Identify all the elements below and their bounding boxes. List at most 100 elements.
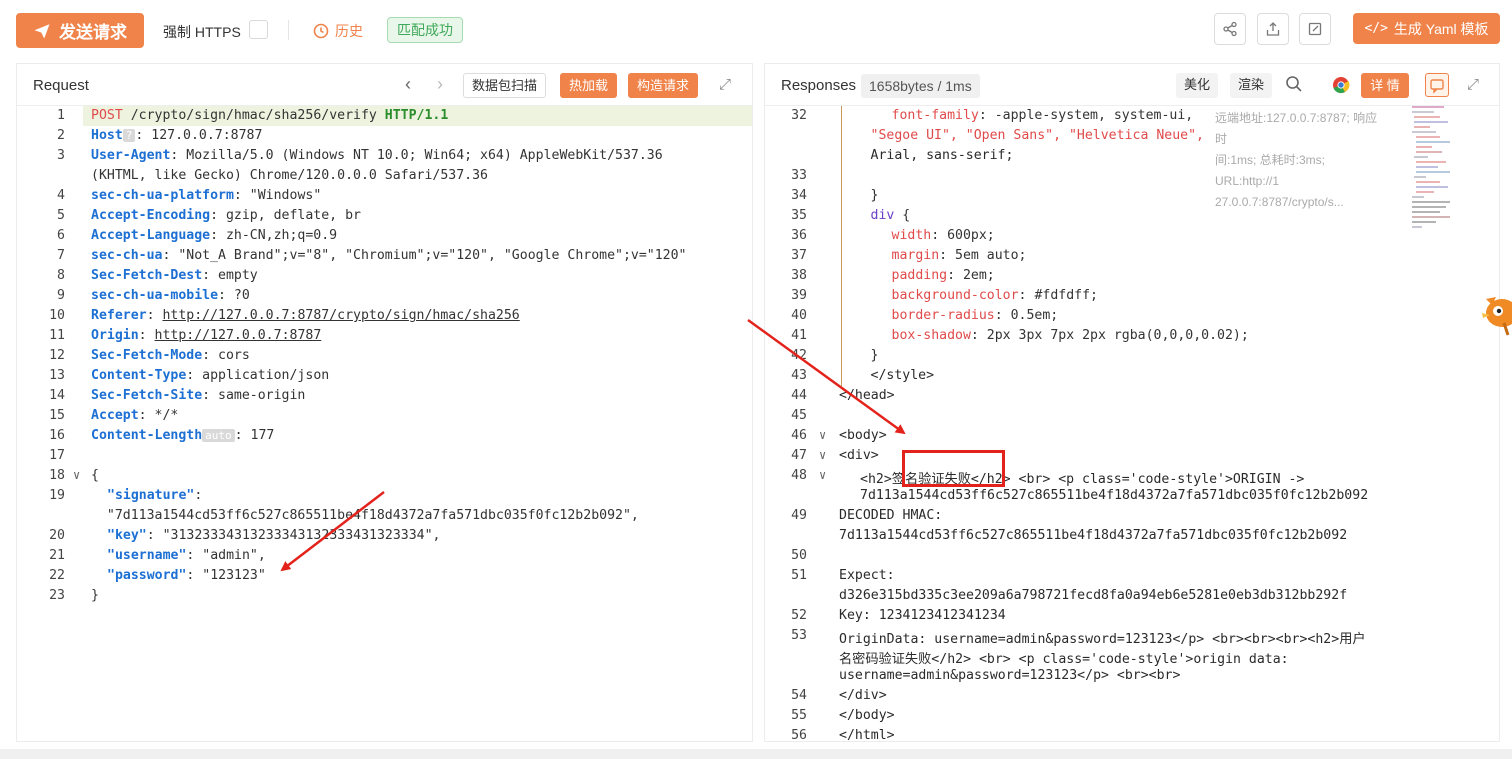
http-version: HTTP/1.1 xyxy=(384,108,449,123)
line-number: 48 xyxy=(791,468,807,483)
fold-toggle-icon[interactable]: ∨ xyxy=(819,448,826,462)
line-number: 36 xyxy=(791,228,807,243)
json-value: : "admin", xyxy=(186,548,266,563)
line-number: 39 xyxy=(791,288,807,303)
chevron-left-icon[interactable]: ‹ xyxy=(405,74,411,95)
css-value: -apple-system, system-ui, xyxy=(994,108,1194,123)
code-line: </style> xyxy=(871,368,935,383)
header-value: : application/json xyxy=(186,368,330,383)
expand-icon[interactable]: ⤢ xyxy=(1467,76,1479,93)
code-minimap[interactable] xyxy=(1410,104,1452,234)
send-request-button[interactable]: 发送请求 xyxy=(16,13,144,48)
line-text: Key: 1234123412341234 xyxy=(839,608,1006,623)
code-line: Referer: http://127.0.0.7:8787/crypto/si… xyxy=(91,308,520,323)
edit-button[interactable] xyxy=(1299,13,1331,45)
code-line: Sec-Fetch-Dest: empty xyxy=(91,268,258,283)
header-value: : cors xyxy=(202,348,250,363)
force-https-checkbox[interactable] xyxy=(249,20,268,39)
response-editor[interactable]: 32 font-family: -apple-system, system-ui,… xyxy=(765,106,1499,743)
response-panel: Responses 1658bytes / 1ms 美化 渲染 详 情 ⤢ 32… xyxy=(764,63,1500,743)
divider xyxy=(288,20,289,40)
line-text: <div> xyxy=(839,448,879,463)
line-number: 20 xyxy=(49,528,65,543)
css-value: 600px; xyxy=(947,228,995,243)
code-line: Sec-Fetch-Site: same-origin xyxy=(91,388,305,403)
chevron-right-icon[interactable]: › xyxy=(437,74,443,95)
line-number: 12 xyxy=(49,348,65,363)
line-number: 3 xyxy=(57,148,65,163)
line-number: 4 xyxy=(57,188,65,203)
line-text: </div> xyxy=(839,688,887,703)
css-value: 2px 3px 7px 2px rgba(0,0,0,0.02); xyxy=(986,328,1249,343)
build-request-button[interactable]: 构造请求 xyxy=(628,73,699,98)
css-colon: : xyxy=(978,108,995,123)
fold-toggle-icon[interactable]: ∨ xyxy=(73,468,80,482)
css-colon: : xyxy=(970,328,987,343)
css-value: 2em; xyxy=(962,268,995,283)
line-text: (KHTML, like Gecko) Chrome/120.0.0.0 Saf… xyxy=(91,168,488,183)
code-line: OriginData: username=admin&password=1231… xyxy=(839,628,1366,647)
line-number: 38 xyxy=(791,268,807,283)
code-line: 7d113a1544cd53ff6c527c865511be4f18d4372a… xyxy=(839,528,1347,543)
code-line: 7d113a1544cd53ff6c527c865511be4f18d4372a… xyxy=(860,488,1368,503)
code-line: POST /crypto/sign/hmac/sha256/verify HTT… xyxy=(91,108,448,123)
line-text: 7d113a1544cd53ff6c527c865511be4f18d4372a… xyxy=(839,528,1348,543)
line-number: 17 xyxy=(49,448,65,463)
code-line: Origin: http://127.0.0.7:8787 xyxy=(91,328,321,343)
request-editor[interactable]: 1 POST /crypto/sign/hmac/sha256/verify HT… xyxy=(17,106,752,741)
expand-icon[interactable]: ⤢ xyxy=(719,76,731,93)
details-button[interactable]: 详 情 xyxy=(1361,73,1409,98)
line-number: 19 xyxy=(49,488,65,503)
chrome-icon[interactable] xyxy=(1332,76,1350,97)
response-size-badge: 1658bytes / 1ms xyxy=(861,74,980,98)
line-number: 7 xyxy=(57,248,65,263)
line-text: "7d113a1544cd53ff6c527c865511be4f18d4372… xyxy=(91,508,639,523)
header-name: Referer xyxy=(91,308,147,323)
json-value: : "123123" xyxy=(186,568,266,583)
header-value: : empty xyxy=(202,268,258,283)
history-button[interactable]: 历史 xyxy=(313,21,363,41)
beautify-button[interactable]: 美化 xyxy=(1176,73,1219,98)
line-number: 40 xyxy=(791,308,807,323)
line-text: } xyxy=(870,348,879,363)
fold-toggle-icon[interactable]: ∨ xyxy=(819,468,826,482)
line-text: Arial, sans-serif; xyxy=(870,148,1014,163)
header-name: Sec-Fetch-Site xyxy=(91,388,203,403)
comment-icon[interactable] xyxy=(1425,73,1449,97)
code-line: <body> xyxy=(839,428,887,443)
line-number: 32 xyxy=(791,108,807,123)
line-number: 9 xyxy=(57,288,65,303)
css-property: width xyxy=(891,228,932,243)
code-line: <div> xyxy=(839,448,879,463)
force-https-label: 强制 HTTPS xyxy=(163,24,241,40)
css-property: box-shadow xyxy=(891,328,971,343)
line-number: 11 xyxy=(49,328,65,343)
render-button[interactable]: 渲染 xyxy=(1230,73,1273,98)
code-line: { xyxy=(91,468,99,483)
css-property: border-radius xyxy=(891,308,995,323)
json-key: "signature" xyxy=(107,488,195,503)
header-value: : 127.0.0.7:8787 xyxy=(135,128,263,143)
code-line: "key": "31323334313233343132333431323334… xyxy=(107,528,440,543)
search-icon[interactable] xyxy=(1285,75,1303,96)
code-line: </div> xyxy=(839,688,887,703)
code-line: } xyxy=(91,588,99,603)
css-colon: : xyxy=(931,228,948,243)
generate-yaml-button[interactable]: </> 生成 Yaml 模板 xyxy=(1353,13,1500,44)
export-button[interactable] xyxy=(1257,13,1289,45)
clock-icon xyxy=(313,23,329,39)
json-value: : xyxy=(194,488,203,503)
line-number: 22 xyxy=(49,568,65,583)
hot-load-button[interactable]: 热加载 xyxy=(560,73,618,98)
packet-scan-button[interactable]: 数据包扫描 xyxy=(463,73,547,98)
mascot-icon[interactable] xyxy=(1478,285,1512,340)
fold-toggle-icon[interactable]: ∨ xyxy=(819,428,826,442)
share-button[interactable] xyxy=(1214,13,1246,45)
code-line: "signature": xyxy=(107,488,202,503)
line-number: 47 xyxy=(791,448,807,463)
code-line: "Segoe UI", "Open Sans", "Helvetica Neue… xyxy=(871,128,1204,143)
header-badge: auto xyxy=(202,429,235,442)
line-text: } xyxy=(91,588,99,603)
code-line: </body> xyxy=(839,708,895,723)
code-line: Host?: 127.0.0.7:8787 xyxy=(91,128,262,143)
